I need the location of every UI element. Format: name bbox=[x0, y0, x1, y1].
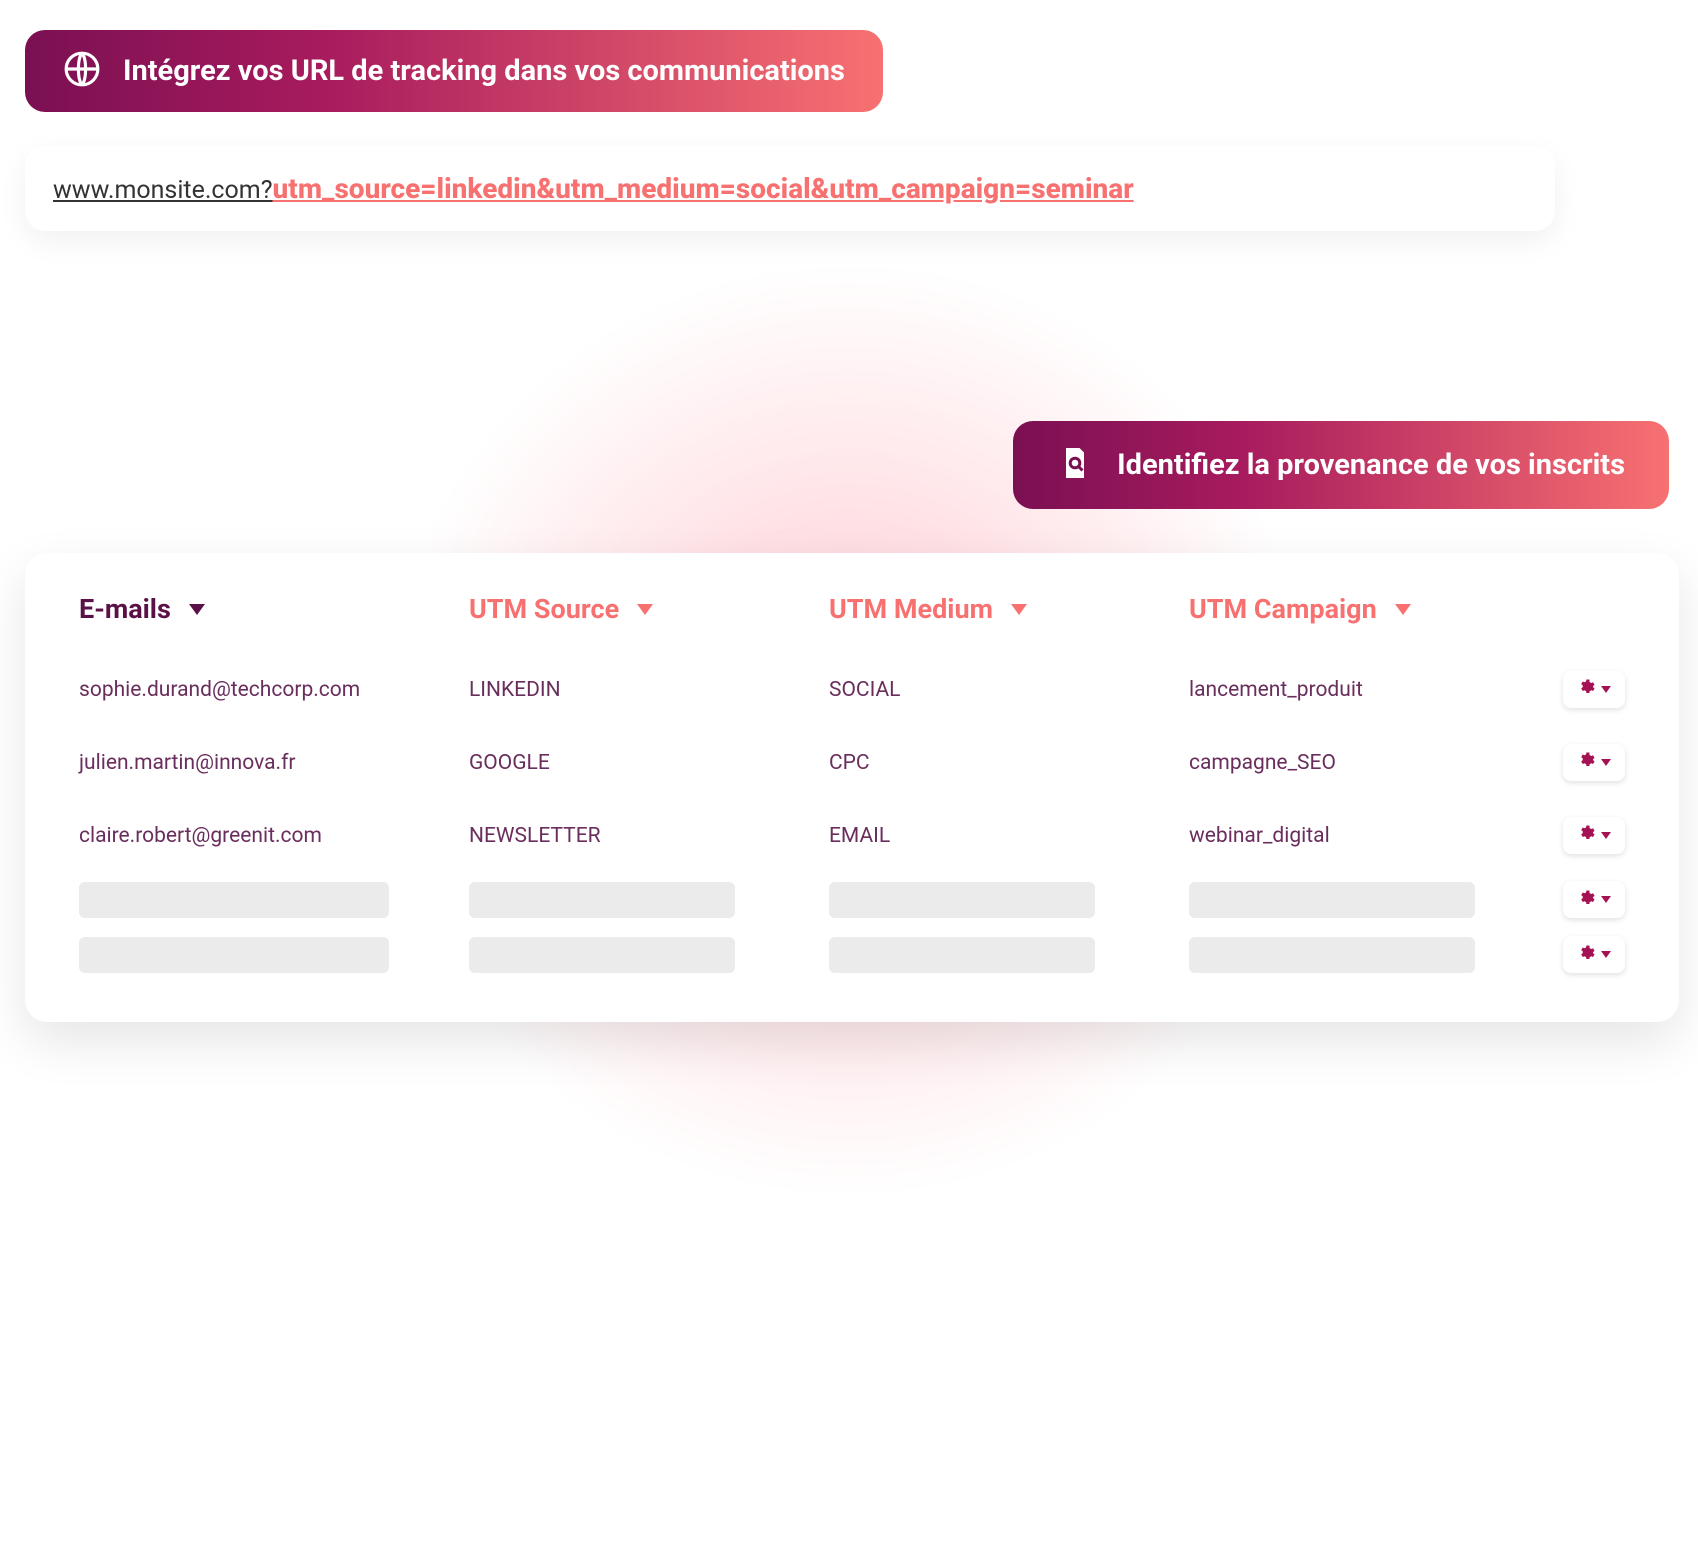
cell-utm-source: GOOGLE bbox=[469, 751, 809, 775]
gear-icon bbox=[1577, 678, 1595, 702]
url-params: utm_source=linkedin&utm_medium=social&ut… bbox=[273, 172, 1134, 205]
placeholder-cell bbox=[1189, 937, 1475, 973]
cell-utm-medium: SOCIAL bbox=[829, 678, 1169, 702]
banner-integrate-title: Intégrez vos URL de tracking dans vos co… bbox=[123, 54, 845, 88]
caret-down-icon bbox=[637, 604, 653, 615]
table-placeholder-row bbox=[63, 927, 1641, 982]
caret-down-icon bbox=[1601, 759, 1611, 766]
table-placeholder-row bbox=[63, 872, 1641, 927]
banner-integrate-tracking: Intégrez vos URL de tracking dans vos co… bbox=[25, 30, 883, 112]
cell-utm-medium: CPC bbox=[829, 751, 1169, 775]
globe-icon bbox=[63, 50, 101, 92]
row-actions-button[interactable] bbox=[1563, 881, 1625, 918]
placeholder-cell bbox=[829, 882, 1095, 918]
table-row: claire.robert@greenit.com NEWSLETTER EMAIL… bbox=[63, 799, 1641, 872]
utm-table-card: E-mails UTM Source UTM Medium UTM Campai… bbox=[25, 553, 1679, 1022]
caret-down-icon bbox=[1601, 686, 1611, 693]
caret-down-icon bbox=[1601, 832, 1611, 839]
cell-utm-campaign: lancement_produit bbox=[1189, 678, 1543, 702]
column-header-medium-label: UTM Medium bbox=[829, 593, 993, 625]
placeholder-cell bbox=[829, 937, 1095, 973]
cell-utm-source: LINKEDIN bbox=[469, 678, 809, 702]
column-header-campaign-label: UTM Campaign bbox=[1189, 593, 1377, 625]
column-header-emails[interactable]: E-mails bbox=[79, 593, 449, 625]
placeholder-cell bbox=[469, 937, 735, 973]
gear-icon bbox=[1577, 824, 1595, 848]
row-actions-button[interactable] bbox=[1563, 744, 1625, 781]
column-header-utm-source[interactable]: UTM Source bbox=[469, 593, 809, 625]
caret-down-icon bbox=[1601, 896, 1611, 903]
gear-icon bbox=[1577, 751, 1595, 775]
caret-down-icon bbox=[1601, 951, 1611, 958]
cell-utm-source: NEWSLETTER bbox=[469, 824, 809, 848]
cell-email: sophie.durand@techcorp.com bbox=[79, 678, 449, 702]
cell-utm-campaign: webinar_digital bbox=[1189, 824, 1543, 848]
column-header-emails-label: E-mails bbox=[79, 593, 171, 625]
caret-down-icon bbox=[1395, 604, 1411, 615]
caret-down-icon bbox=[189, 604, 205, 615]
table-row: sophie.durand@techcorp.com LINKEDIN SOCIAL… bbox=[63, 653, 1641, 726]
row-actions-button[interactable] bbox=[1563, 671, 1625, 708]
url-base: www.monsite.com? bbox=[53, 176, 273, 205]
banner-identify-origin: Identifiez la provenance de vos inscrits bbox=[1013, 421, 1669, 509]
placeholder-cell bbox=[79, 937, 389, 973]
gear-icon bbox=[1577, 944, 1595, 966]
cell-email: julien.martin@innova.fr bbox=[79, 751, 449, 775]
row-actions-button[interactable] bbox=[1563, 817, 1625, 854]
gear-icon bbox=[1577, 889, 1595, 911]
cell-utm-campaign: campagne_SEO bbox=[1189, 751, 1543, 775]
table-row: julien.martin@innova.fr GOOGLE CPC campagne… bbox=[63, 726, 1641, 799]
row-actions-button[interactable] bbox=[1563, 936, 1625, 973]
placeholder-cell bbox=[1189, 882, 1475, 918]
cell-email: claire.robert@greenit.com bbox=[79, 824, 449, 848]
banner-identify-title: Identifiez la provenance de vos inscrits bbox=[1117, 448, 1625, 482]
column-header-utm-campaign[interactable]: UTM Campaign bbox=[1189, 593, 1641, 625]
placeholder-cell bbox=[79, 882, 389, 918]
caret-down-icon bbox=[1011, 604, 1027, 615]
placeholder-cell bbox=[469, 882, 735, 918]
table-header-row: E-mails UTM Source UTM Medium UTM Campai… bbox=[63, 593, 1641, 625]
search-document-icon bbox=[1057, 445, 1093, 485]
cell-utm-medium: EMAIL bbox=[829, 824, 1169, 848]
column-header-source-label: UTM Source bbox=[469, 593, 619, 625]
url-example-card: www.monsite.com?utm_source=linkedin&utm_… bbox=[25, 146, 1555, 231]
column-header-utm-medium[interactable]: UTM Medium bbox=[829, 593, 1169, 625]
